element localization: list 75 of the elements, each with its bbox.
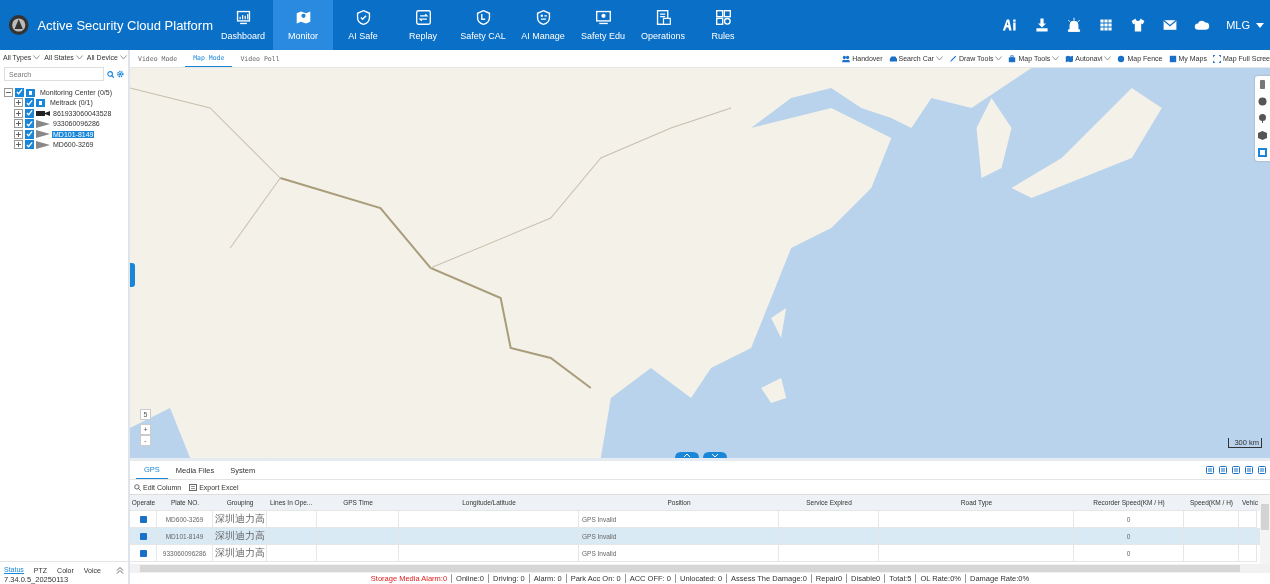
nav-tab[interactable]: Replay bbox=[393, 0, 453, 50]
nav-tab[interactable]: Dashboard bbox=[213, 0, 273, 50]
nav-tab[interactable]: Rules bbox=[693, 0, 753, 50]
grid-icon[interactable] bbox=[1098, 17, 1115, 33]
map-pin-icon bbox=[294, 9, 312, 26]
box-icon[interactable] bbox=[139, 549, 147, 557]
shield-icon bbox=[474, 9, 492, 26]
expand-toggle[interactable] bbox=[14, 108, 23, 118]
download-icon[interactable] bbox=[1034, 17, 1051, 33]
nav-tab[interactable]: Safety CAL bbox=[453, 0, 513, 50]
monitor-icon bbox=[594, 9, 612, 26]
checkbox[interactable] bbox=[25, 119, 34, 129]
caret-icon bbox=[33, 55, 41, 60]
alarm-icon[interactable] bbox=[1066, 17, 1083, 33]
caret-icon bbox=[120, 55, 127, 60]
grid-icon[interactable] bbox=[1258, 148, 1267, 157]
tree-icon[interactable] bbox=[1258, 114, 1267, 123]
app-title: Active Security Cloud Platform bbox=[37, 17, 213, 33]
flag-icon bbox=[36, 119, 50, 128]
chart-icon bbox=[234, 9, 252, 26]
expand-toggle[interactable] bbox=[14, 129, 23, 139]
scrollbar[interactable] bbox=[1260, 495, 1270, 564]
table-cell: 深圳迪力高 bbox=[213, 545, 267, 562]
nav-tab[interactable]: Operations bbox=[633, 0, 693, 50]
caret-icon bbox=[995, 56, 1003, 61]
folder-icon bbox=[26, 87, 37, 97]
folder-icon bbox=[36, 98, 47, 108]
nav-tab[interactable]: AI Manage bbox=[513, 0, 573, 50]
toolbox-icon bbox=[1008, 54, 1017, 63]
shield-icon bbox=[534, 9, 552, 26]
mail-icon[interactable] bbox=[1162, 17, 1179, 33]
box-icon[interactable] bbox=[139, 532, 147, 540]
grid-icon bbox=[714, 9, 732, 26]
caret-icon bbox=[935, 56, 943, 61]
collapse-handle[interactable] bbox=[130, 263, 135, 287]
flag-icon bbox=[36, 140, 50, 149]
settings-icon[interactable] bbox=[117, 70, 124, 78]
map-pin-icon bbox=[1065, 54, 1074, 63]
box-icon[interactable] bbox=[139, 515, 147, 523]
people-icon bbox=[842, 54, 851, 63]
search-icon bbox=[134, 483, 141, 491]
expand-toggle[interactable] bbox=[14, 98, 23, 108]
scrollbar[interactable] bbox=[130, 564, 1270, 573]
nav-tab[interactable]: Monitor bbox=[273, 0, 333, 50]
checkbox[interactable] bbox=[15, 87, 24, 97]
expand-icon bbox=[1212, 54, 1221, 63]
search-icon[interactable] bbox=[107, 69, 115, 79]
caret-icon bbox=[1052, 56, 1060, 61]
caret-icon bbox=[1104, 56, 1112, 61]
camera-icon bbox=[36, 109, 50, 117]
expand-toggle[interactable] bbox=[14, 140, 23, 150]
shirt-icon[interactable] bbox=[1130, 17, 1147, 33]
checkbox[interactable] bbox=[25, 129, 34, 139]
nav-tab[interactable]: AI Safe bbox=[333, 0, 393, 50]
ai-icon[interactable] bbox=[1002, 17, 1019, 33]
swap-icon bbox=[414, 9, 432, 26]
checkbox[interactable] bbox=[25, 108, 34, 118]
square-icon bbox=[1168, 54, 1177, 63]
cube-icon[interactable] bbox=[1258, 131, 1267, 140]
nav-tab[interactable]: Safety Edu bbox=[573, 0, 633, 50]
checkbox[interactable] bbox=[25, 98, 34, 108]
arrow-down-icon[interactable] bbox=[703, 452, 727, 458]
table-cell: 深圳迪力高 bbox=[213, 528, 267, 545]
shield-icon bbox=[354, 9, 372, 26]
expand-toggle[interactable] bbox=[4, 87, 13, 97]
checkbox[interactable] bbox=[25, 140, 34, 150]
logo-icon bbox=[8, 12, 30, 38]
user-name[interactable]: MLG bbox=[1226, 19, 1250, 31]
caret-icon bbox=[75, 55, 83, 60]
caret-icon[interactable] bbox=[1256, 22, 1264, 28]
pen-icon bbox=[948, 54, 957, 63]
car-icon bbox=[888, 54, 897, 63]
flag-icon bbox=[36, 130, 50, 139]
expand-toggle[interactable] bbox=[14, 119, 23, 129]
arrow-up-icon[interactable] bbox=[675, 452, 699, 458]
